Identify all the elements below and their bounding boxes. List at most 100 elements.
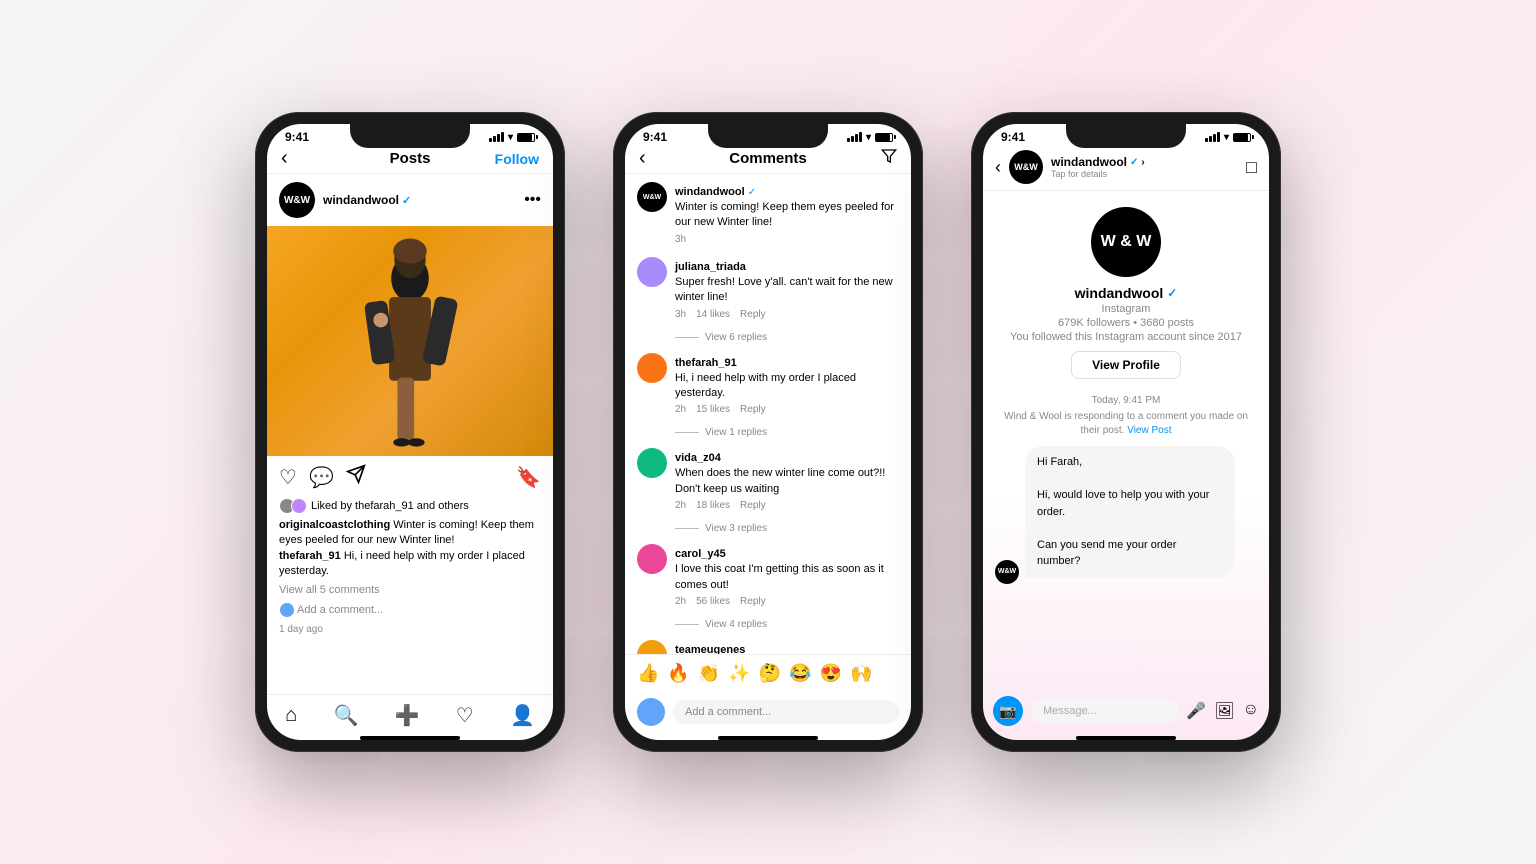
time-3: 9:41 [1001,130,1025,144]
emoji-sparkle[interactable]: ✨ [728,663,750,684]
more-options-button[interactable]: ••• [524,191,541,209]
comment-text-2: Super fresh! Love y'all. can't wait for … [675,275,899,306]
comment-likes-5: 56 likes [696,596,730,607]
dm-profile-avatar-large[interactable]: W & W [1091,207,1161,277]
dm-bubble-text-1: Hi Farah,Hi, would love to help you with… [1037,456,1209,567]
dm-message-input[interactable]: Message... [1031,699,1178,723]
comment-time-5: 2h [675,596,686,607]
reply-line-5 [675,624,699,625]
notch-3 [1066,124,1186,148]
dm-sender-avatar: W&W [995,560,1019,584]
dm-verified-badge: ✓ [1130,157,1138,168]
bottom-nav: ⌂ 🔍 ➕ ♡ 👤 [267,694,553,732]
feed-profile-row: W&W windandwool ✓ ••• [267,174,553,226]
comment-reply-3[interactable]: Reply [740,404,766,415]
notch-1 [350,124,470,148]
sticker-icon[interactable]: ☺ [1243,701,1259,721]
camera-icon: 📷 [999,703,1016,720]
comment-username-4: vida_z04 [675,452,721,464]
caption-area: originalcoastclothing Winter is coming! … [267,518,553,584]
video-call-icon[interactable]: □ [1246,157,1257,178]
emoji-raised-hands[interactable]: 🙌 [850,663,872,684]
home-nav-icon[interactable]: ⌂ [285,704,297,727]
image-icon[interactable]: 🖼 [1214,701,1234,721]
dm-profile-section: W & W windandwool ✓ Instagram 679K follo… [983,191,1269,387]
feed-actions: ♡ 💬 🔖 [267,456,553,498]
wifi-icon-2: ▾ [866,132,871,143]
comment-reply-4[interactable]: Reply [740,500,766,511]
filter-icon[interactable] [881,148,897,169]
back-button-2[interactable]: ‹ [639,147,646,170]
time-1: 9:41 [285,130,309,144]
comment-icon[interactable]: 💬 [309,465,334,490]
time-2: 9:41 [643,130,667,144]
emoji-heart-eyes[interactable]: 😍 [820,663,842,684]
like-icon[interactable]: ♡ [279,465,297,490]
mic-icon[interactable]: 🎤 [1186,701,1206,721]
current-user-avatar-2 [637,698,665,726]
add-comment-row: Add a comment... [267,598,553,622]
follow-button[interactable]: Follow [495,151,539,167]
status-icons-3: ▾ [1205,132,1251,143]
fashion-figure [267,226,553,456]
feed-title: Posts [390,150,431,167]
back-button-1[interactable]: ‹ [281,147,288,170]
emoji-clap[interactable]: 👏 [698,663,720,684]
view-replies-3[interactable]: View 1 replies [675,427,899,438]
comment-meta-5: 2h 56 likes Reply [675,596,899,607]
dm-profile-verified: ✓ [1167,286,1177,300]
feed-username: windandwool ✓ [323,193,524,207]
view-comments[interactable]: View all 5 comments [267,584,553,598]
comment-text-5: I love this coat I'm getting this as soo… [675,562,899,593]
view-post-link[interactable]: View Post [1127,425,1171,436]
battery-icon-1 [517,133,535,142]
view-replies-4[interactable]: View 3 replies [675,523,899,534]
comment-username-5: carol_y45 [675,548,726,560]
add-comment-row-2: Add a comment... [625,692,911,732]
camera-button[interactable]: 📷 [993,696,1023,726]
search-nav-icon[interactable]: 🔍 [333,703,358,728]
comment-body-6: teameugenes So dope! I'm getting [675,640,899,654]
comment-username-3: thefarah_91 [675,357,737,369]
comment-meta-4: 2h 18 likes Reply [675,500,899,511]
share-icon[interactable] [346,464,366,490]
comment-time-1: 3h [675,234,686,245]
add-post-nav-icon[interactable]: ➕ [395,703,420,728]
comment-username-1: windandwool [675,186,748,198]
comment-reply-2[interactable]: Reply [740,309,766,320]
view-profile-button[interactable]: View Profile [1071,351,1181,379]
comments-nav: ‹ Comments [625,146,911,174]
caption-username-2: thefarah_91 [279,550,341,562]
comment-body-3: thefarah_91 Hi, i need help with my orde… [675,353,899,416]
post-timestamp: 1 day ago [267,622,553,639]
notch-2 [708,124,828,148]
add-comment-input-2[interactable]: Add a comment... [673,700,899,724]
back-button-3[interactable]: ‹ [995,157,1001,178]
emoji-fire[interactable]: 🔥 [667,663,689,684]
emoji-thinking[interactable]: 🤔 [759,663,781,684]
emoji-laugh[interactable]: 😂 [789,663,811,684]
dm-account-avatar[interactable]: W&W [1009,150,1043,184]
activity-nav-icon[interactable]: ♡ [456,703,474,728]
dm-profile-meta-line3: You followed this Instagram account sinc… [1010,331,1242,343]
liked-avatar-2 [291,498,307,514]
dm-timestamp: Today, 9:41 PM [983,395,1269,406]
bookmark-icon[interactable]: 🔖 [516,465,541,490]
emoji-thumbsup[interactable]: 👍 [637,663,659,684]
dm-account-sub: Tap for details [1051,169,1238,179]
view-replies-2[interactable]: View 6 replies [675,332,899,343]
comment-text-3: Hi, i need help with my order I placed y… [675,371,899,402]
comment-avatar-5 [637,544,667,574]
comment-username-6: teameugenes [675,644,745,654]
profile-nav-icon[interactable]: 👤 [510,703,535,728]
dm-input-row: 📷 Message... 🎤 🖼 ☺ [983,689,1269,732]
view-replies-5[interactable]: View 4 replies [675,619,899,630]
add-comment-input[interactable]: Add a comment... [297,604,541,616]
comment-reply-5[interactable]: Reply [740,596,766,607]
comment-likes-3: 15 likes [696,404,730,415]
dm-nav: ‹ W&W windandwool ✓ › Tap for details □ [983,146,1269,191]
signal-icon-1 [489,132,504,142]
home-indicator-1 [360,736,460,740]
phone-dm-screen: 9:41 ▾ ‹ W&W [983,124,1269,740]
feed-profile-avatar[interactable]: W&W [279,182,315,218]
